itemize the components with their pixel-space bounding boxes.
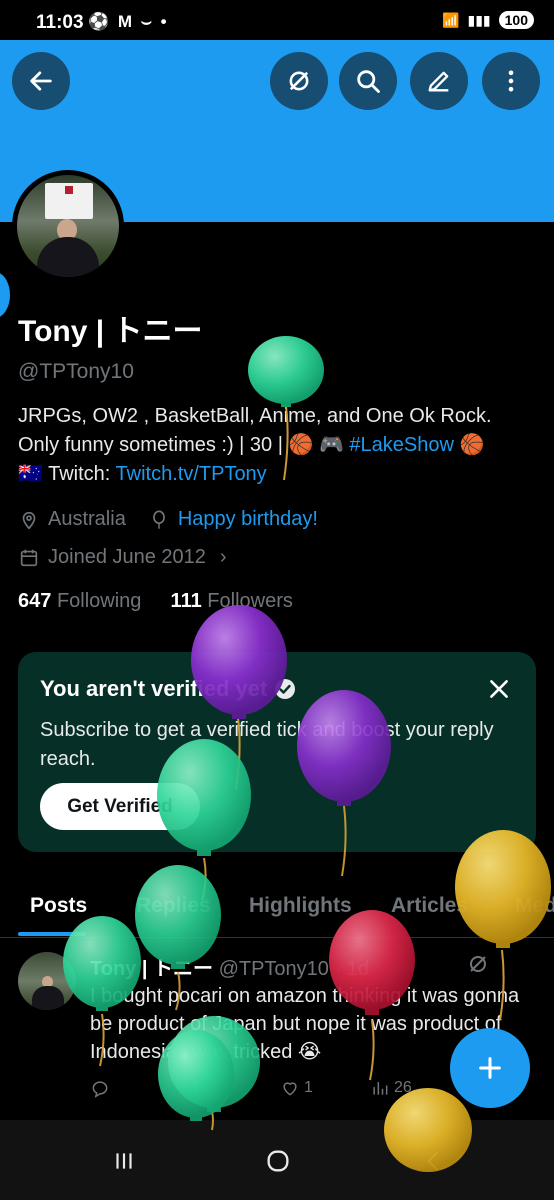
display-name: Tony | トニー [18,315,203,348]
repost-button[interactable] [190,1078,280,1098]
grok-button[interactable] [270,52,328,110]
hashtag-link[interactable]: #LakeShow [349,434,454,456]
close-icon[interactable] [486,676,512,702]
post-author-name[interactable]: Tony | トニー [90,958,213,980]
profile-bio: JRPGs, OW2 , BasketBall, Anime, and One … [18,402,538,489]
follow-stats: 647 Following 111 Followers [18,590,293,613]
reply-icon [92,1081,108,1098]
more-vertical-icon [508,70,514,92]
verification-description: Subscribe to get a verified tick and boo… [40,719,494,770]
birthday-text[interactable]: Happy birthday! [178,508,318,531]
followers-link[interactable]: 111 Followers [171,590,293,612]
verification-card: You aren't verified yet Subscribe to get… [18,652,536,852]
search-icon [357,70,380,93]
search-button[interactable] [339,52,397,110]
heart-icon [283,1082,297,1096]
pencil-icon [428,71,449,92]
repost-icon [192,1081,208,1095]
user-handle: @TPTony10 [18,360,134,383]
view-count: 26 [394,1079,412,1096]
back-arrow-icon [30,71,52,91]
tab-articles[interactable]: Articles [391,894,468,918]
system-navigation-bar [0,1120,554,1200]
following-link[interactable]: 647 Following [18,590,141,612]
tab-posts[interactable]: Posts [30,894,87,918]
bio-line-2: Only funny sometimes :) | 30 | 🏀 🎮 #Lake… [18,434,485,456]
signal-icon: ▮▮▮ [467,11,491,28]
grok-icon[interactable] [466,952,490,976]
grok-icon [289,71,309,91]
verification-title: You aren't verified yet [40,676,297,702]
views-icon [373,1082,388,1095]
reply-button[interactable] [90,1078,190,1098]
wifi-icon: 📶 [442,11,460,28]
status-time: 11:03 [36,12,84,33]
balloon-icon [148,509,170,531]
location-text: Australia [48,508,126,530]
tab-replies[interactable]: Replies [136,894,211,918]
get-verified-button[interactable]: Get Verified [40,783,200,830]
post-header: Tony | トニー @TPTony10 · 1d [90,952,369,981]
post-time: · 1d [334,958,369,980]
side-indicator [0,272,10,318]
joined-text: Joined June 2012 [48,546,206,568]
profile-meta-joined[interactable]: Joined June 2012 › [18,546,227,569]
post-avatar[interactable] [18,952,76,1010]
tab-highlights[interactable]: Highlights [249,894,352,918]
status-bar: 11:03 ⚽ M ⌣ • 📶 ▮▮▮ 100 [0,0,554,40]
battery-indicator: 100 [498,11,534,29]
like-button[interactable]: 1 [280,1078,370,1098]
status-right-icons: 📶 ▮▮▮ 100 [442,11,534,29]
avatar-photo [17,175,119,277]
chevron-right-icon: › [219,546,227,568]
profile-meta-location: Australia Happy birthday! [18,508,318,531]
home-icon [267,1150,289,1172]
twitch-link[interactable]: Twitch.tv/TPTony [116,463,267,485]
recent-apps-button[interactable] [104,1146,144,1176]
chevron-left-icon [427,1151,439,1171]
plus-icon [479,1057,501,1079]
tab-media[interactable]: Media [515,894,554,918]
more-options-button[interactable] [482,52,540,110]
back-button[interactable] [12,52,70,110]
profile-tabs: Posts Replies Highlights Articles Media [0,880,554,938]
verified-badge-icon [275,679,296,699]
bio-line-1: JRPGs, OW2 , BasketBall, Anime, and One … [18,405,492,427]
avatar-sign [45,183,93,219]
calendar-icon [18,547,40,569]
post-author-handle: @TPTony10 [218,958,329,980]
edit-profile-button[interactable] [410,52,468,110]
home-button[interactable] [258,1146,298,1176]
notification-icons: ⚽ M ⌣ • [88,12,169,31]
back-nav-button[interactable] [414,1146,454,1176]
profile-avatar[interactable] [12,170,124,282]
bio-line-3: 🇦🇺 Twitch: Twitch.tv/TPTony [18,463,267,485]
recent-apps-icon [116,1153,132,1169]
compose-button[interactable] [450,1028,530,1108]
location-pin-icon [18,509,40,531]
like-count: 1 [304,1079,313,1096]
active-tab-indicator [18,932,86,936]
